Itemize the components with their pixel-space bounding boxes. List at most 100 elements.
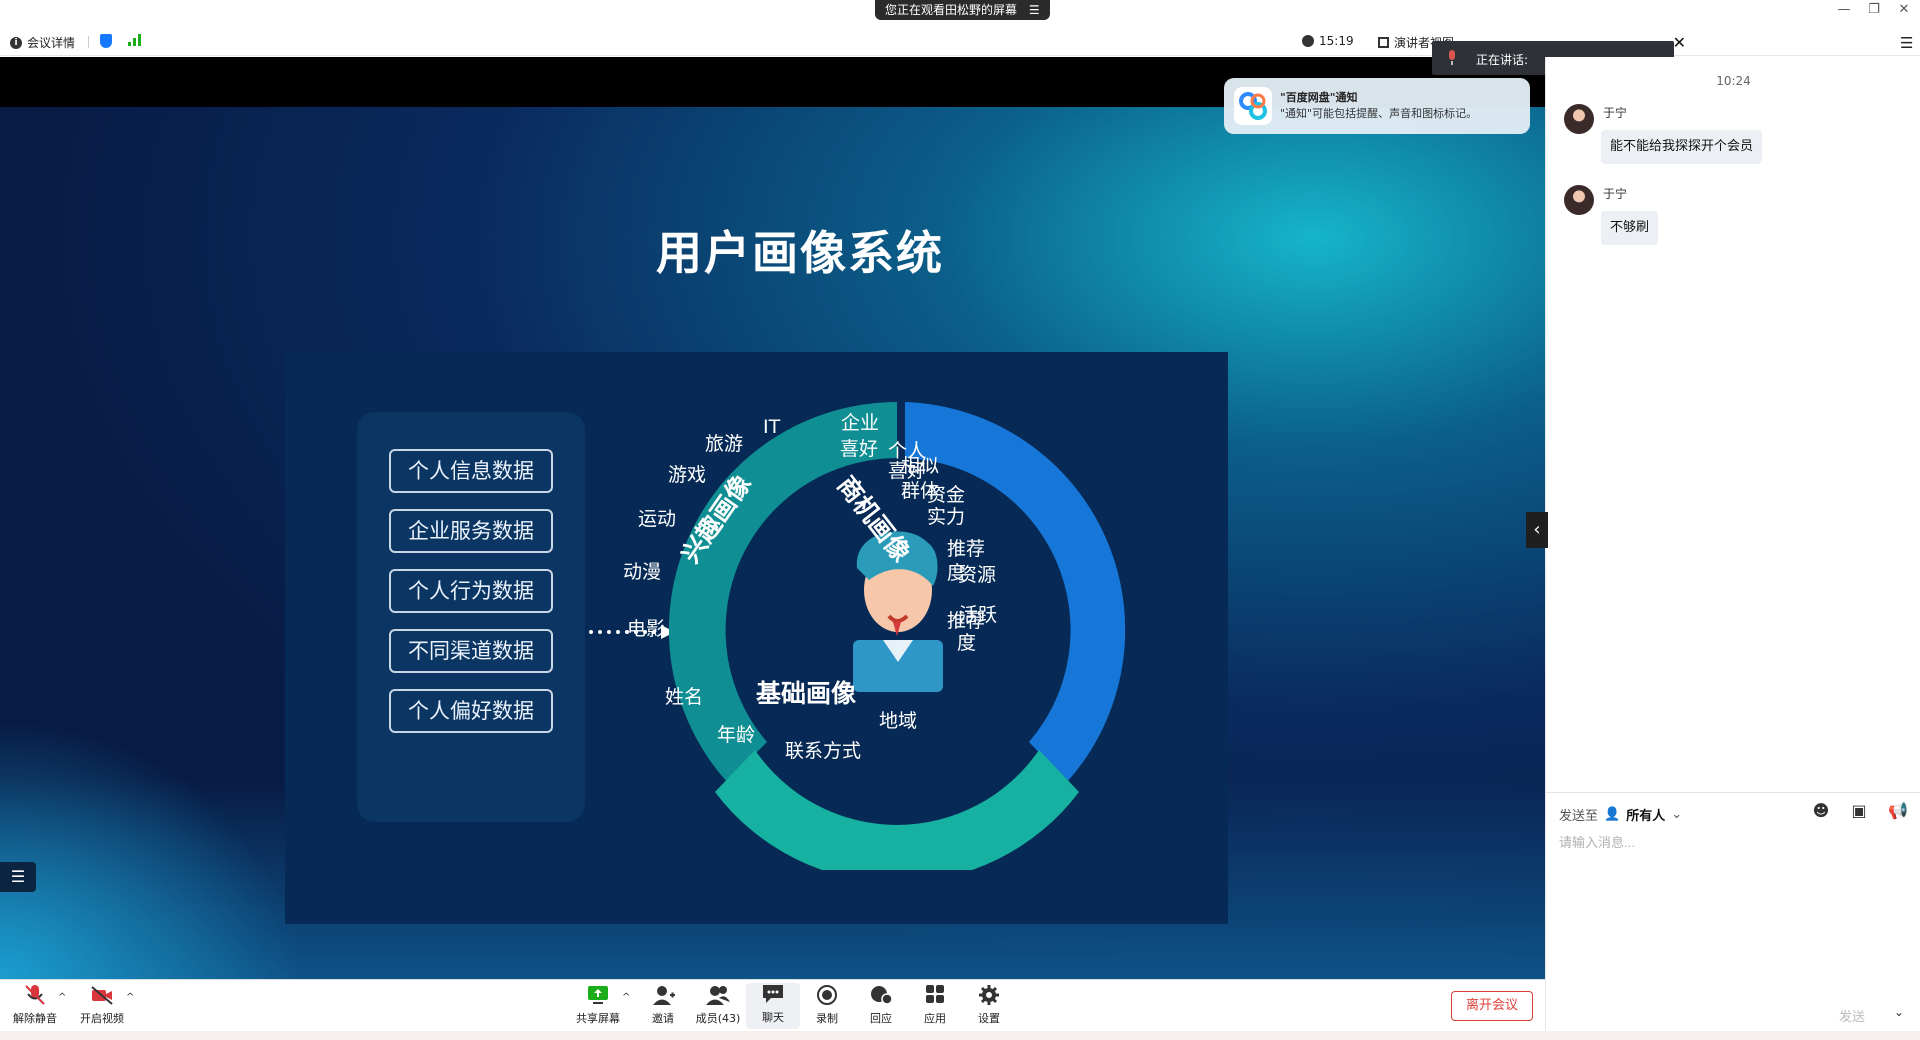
title-bar: 您正在观看田松野的屏幕 ☰ — ❐ ✕ xyxy=(0,0,1920,26)
clock-icon xyxy=(1302,35,1314,47)
person-icon: 👤 xyxy=(1604,807,1621,822)
announcement-icon[interactable]: 📢 xyxy=(1888,802,1908,820)
members-icon xyxy=(706,986,730,1005)
apps-grid-icon xyxy=(926,985,944,1003)
meeting-timer: 15:19 xyxy=(1302,34,1354,48)
speaking-label: 正在讲话: xyxy=(1476,53,1529,67)
reactions-button[interactable]: 回应 xyxy=(854,984,908,1026)
more-menu-button[interactable]: ☰ xyxy=(1900,34,1913,52)
business-item-label: 相似 xyxy=(901,455,940,477)
chat-panel: ‹ 10:24 于宁 能不能给我探探开个会员 于宁 不够刷 发送至 👤 所有人 … xyxy=(1526,57,1920,1040)
basic-profile-label: 基础画像 xyxy=(756,679,857,708)
basic-item-label: 年龄 xyxy=(717,724,756,746)
meeting-details-label: 会议详情 xyxy=(27,36,76,50)
baidu-netdisk-icon xyxy=(1234,87,1272,125)
chat-tools: ☻ ▣ 📢 xyxy=(1812,802,1908,820)
business-item-label: 资源 xyxy=(958,564,997,586)
menu-icon: ☰ xyxy=(1028,3,1040,17)
message-bubble[interactable]: 能不能给我探探开个会员 xyxy=(1601,130,1763,164)
meeting-window: 您正在观看田松野的屏幕 ☰ — ❐ ✕ i 会议详情 15:19 演讲者视图 ☰… xyxy=(0,0,1920,1040)
settings-label: 设置 xyxy=(978,1012,1000,1025)
slide-list-toggle[interactable]: ☰ xyxy=(0,862,36,892)
audio-options-chevron-icon[interactable]: ^ xyxy=(58,992,66,1003)
apps-button[interactable]: 应用 xyxy=(908,984,962,1026)
signal-bars-icon xyxy=(128,34,141,46)
system-notification[interactable]: "百度网盘"通知 "通知"可能包括提醒、声音和图标标记。 xyxy=(1224,78,1530,134)
record-button[interactable]: 录制 xyxy=(800,984,854,1026)
chat-button[interactable]: 聊天 xyxy=(746,983,800,1029)
basic-item-label: 地域 xyxy=(879,710,918,732)
presentation-slide: 用户画像系统 个人信息数据 企业服务数据 个人行为数据 不同渠道数据 个人偏好数… xyxy=(0,107,1545,979)
message-bubble[interactable]: 不够刷 xyxy=(1601,211,1659,245)
message-sender: 于宁 xyxy=(1603,106,1628,120)
reactions-label: 回应 xyxy=(870,1012,892,1025)
invite-label: 邀请 xyxy=(652,1012,674,1025)
layout-icon xyxy=(1378,37,1389,48)
emoji-icon[interactable]: ☻ xyxy=(1812,802,1830,820)
video-options-chevron-icon[interactable]: ^ xyxy=(126,992,134,1003)
record-label: 录制 xyxy=(816,1012,838,1025)
chat-bubble-icon xyxy=(763,985,783,1003)
invite-user-icon xyxy=(653,986,675,1005)
muted-microphone-icon xyxy=(25,985,45,1005)
microphone-icon xyxy=(1449,50,1455,65)
share-screen-label: 共享屏幕 xyxy=(576,1012,620,1025)
divider xyxy=(88,36,89,48)
share-screen-button[interactable]: 共享屏幕 xyxy=(571,984,625,1026)
send-to-target: 所有人 xyxy=(1626,809,1666,824)
send-to-label: 发送至 xyxy=(1559,809,1599,824)
interest-item-label: 游戏 xyxy=(668,464,707,486)
send-button[interactable]: 发送 xyxy=(1839,1006,1865,1025)
start-video-button[interactable]: 开启视频 xyxy=(75,984,129,1026)
restore-button[interactable]: ❐ xyxy=(1860,2,1888,17)
viewing-banner-text: 您正在观看田松野的屏幕 xyxy=(885,3,1018,17)
apps-label: 应用 xyxy=(924,1012,946,1025)
minimize-button[interactable]: — xyxy=(1830,2,1858,17)
network-status-button[interactable] xyxy=(128,34,141,46)
interest-item-label: 动漫 xyxy=(623,561,662,583)
security-shield-button[interactable] xyxy=(100,34,112,48)
gear-icon xyxy=(979,985,999,1005)
diagram-panel: 个人信息数据 企业服务数据 个人行为数据 不同渠道数据 个人偏好数据 IT 旅游… xyxy=(285,352,1228,924)
bottom-edge xyxy=(0,1031,1920,1040)
chat-timestamp: 10:24 xyxy=(1716,74,1751,88)
message-sender: 于宁 xyxy=(1603,187,1628,201)
data-source-box: 个人信息数据 xyxy=(389,449,553,493)
chevron-left-icon: ‹ xyxy=(1533,519,1541,540)
close-icon[interactable]: ✕ xyxy=(1673,33,1686,52)
file-icon[interactable]: ▣ xyxy=(1850,802,1868,820)
shared-screen: 用户画像系统 个人信息数据 企业服务数据 个人行为数据 不同渠道数据 个人偏好数… xyxy=(0,57,1545,979)
viewing-banner[interactable]: 您正在观看田松野的屏幕 ☰ xyxy=(875,0,1050,20)
data-source-box: 企业服务数据 xyxy=(389,509,553,553)
share-options-chevron-icon[interactable]: ^ xyxy=(622,992,630,1003)
interest-item-label: 电影 xyxy=(627,618,666,640)
meeting-time: 15:19 xyxy=(1319,34,1354,48)
business-item-label: 实力 xyxy=(927,506,966,528)
avatar[interactable] xyxy=(1564,185,1594,215)
members-button[interactable]: 成员(43) xyxy=(691,984,745,1026)
chevron-down-icon: ⌄ xyxy=(1671,807,1683,822)
invite-button[interactable]: 邀请 xyxy=(636,984,690,1026)
send-options-chevron-icon[interactable]: ⌄ xyxy=(1894,1005,1904,1019)
unmute-label: 解除静音 xyxy=(13,1012,57,1025)
list-icon: ☰ xyxy=(10,867,26,886)
meeting-details-button[interactable]: i 会议详情 xyxy=(10,34,75,51)
close-window-button[interactable]: ✕ xyxy=(1890,2,1918,17)
interest-item-label: 旅游 xyxy=(705,433,744,455)
video-off-icon xyxy=(91,986,113,1005)
settings-button[interactable]: 设置 xyxy=(962,984,1016,1026)
basic-item-label: 姓名 xyxy=(665,686,704,708)
business-item-label: 度 xyxy=(957,632,977,654)
avatar[interactable] xyxy=(1564,104,1594,134)
members-label: 成员(43) xyxy=(695,1012,741,1025)
interest-item-label: 运动 xyxy=(638,508,677,530)
business-item-label: 喜好 xyxy=(840,438,879,460)
start-video-label: 开启视频 xyxy=(80,1012,124,1025)
leave-meeting-button[interactable]: 离开会议 xyxy=(1451,991,1533,1021)
notification-text: "通知"可能包括提醒、声音和图标标记。 xyxy=(1280,107,1478,120)
collapse-chat-button[interactable]: ‹ xyxy=(1526,512,1548,548)
send-to-selector[interactable]: 发送至 👤 所有人 ⌄ xyxy=(1559,805,1682,824)
unmute-button[interactable]: 解除静音 xyxy=(8,984,62,1026)
chat-message-input[interactable] xyxy=(1559,835,1899,850)
shield-icon xyxy=(100,34,112,48)
